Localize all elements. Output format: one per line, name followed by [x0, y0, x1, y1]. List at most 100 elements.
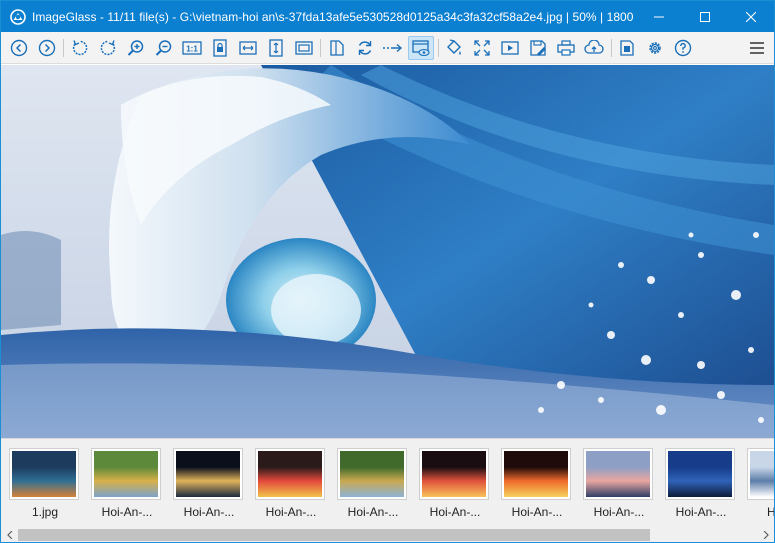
checkerboard-button[interactable] [442, 36, 466, 60]
settings-button[interactable] [643, 36, 667, 60]
actual-size-button[interactable]: 1:1 [180, 36, 204, 60]
lock-zoom-icon [213, 39, 227, 57]
thumbnail-image [258, 451, 322, 497]
lock-zoom-button[interactable] [208, 36, 232, 60]
scale-to-fit-icon [295, 41, 313, 55]
thumbnail-item[interactable] [255, 448, 325, 500]
thumbnail-image [586, 451, 650, 497]
scale-to-height-button[interactable] [264, 36, 288, 60]
slideshow-button[interactable] [498, 36, 522, 60]
actual-size-icon: 1:1 [182, 41, 202, 55]
thumbnail-image [94, 451, 158, 497]
flip-icon [330, 40, 344, 56]
zoom-in-icon [127, 40, 144, 56]
thumbnail-label: Hoi-... [766, 505, 775, 519]
thumbnail-label: Hoi-An-... [675, 505, 727, 519]
scrollbar-thumb[interactable] [18, 529, 650, 541]
scroll-right-button[interactable] [757, 527, 774, 542]
next-image-button[interactable] [35, 36, 59, 60]
set-wallpaper-icon [620, 40, 634, 56]
thumbnail-item[interactable] [501, 448, 571, 500]
refresh-button[interactable] [353, 36, 377, 60]
main-menu-button[interactable] [745, 36, 769, 60]
maximize-button[interactable] [682, 1, 728, 32]
close-icon [746, 11, 756, 22]
print-button[interactable] [554, 36, 578, 60]
set-wallpaper-button[interactable] [615, 36, 639, 60]
scroll-left-arrow-icon [6, 531, 12, 539]
thumbnail-item[interactable] [173, 448, 243, 500]
zoom-in-button[interactable] [124, 36, 148, 60]
thumbnail-image [504, 451, 568, 497]
previous-image-button[interactable] [7, 36, 31, 60]
settings-icon [649, 42, 661, 54]
toolbar-separator [63, 39, 64, 57]
slideshow-icon [501, 41, 519, 55]
thumbnail-label: Hoi-An-... [101, 505, 153, 519]
scale-to-height-icon [269, 39, 283, 57]
close-button[interactable] [728, 1, 774, 32]
thumbnail-item[interactable] [337, 448, 407, 500]
thumbnail-image [750, 451, 774, 497]
scroll-right-arrow-icon [763, 531, 769, 539]
fullscreen-icon [474, 40, 490, 56]
window-fit-icon [412, 40, 430, 57]
rotate-left-icon [72, 40, 88, 56]
scale-to-width-button[interactable] [236, 36, 260, 60]
previous-image-icon [10, 39, 28, 57]
scale-to-width-icon [239, 41, 257, 55]
next-image-icon [38, 39, 56, 57]
toolbar-separator [320, 39, 321, 57]
thumbnail-label: Hoi-An-... [593, 505, 645, 519]
window-title: ImageGlass - 11/11 file(s) - G:\vietnam-… [32, 9, 636, 24]
upload-button[interactable] [582, 36, 606, 60]
thumbnail-label: Hoi-An-... [183, 505, 235, 519]
svg-text:1:1: 1:1 [186, 45, 198, 54]
toolbar-separator [438, 39, 439, 57]
thumbnail-item[interactable] [9, 448, 79, 500]
print-icon [557, 40, 575, 56]
about-button[interactable] [671, 36, 695, 60]
thumbnail-scrollbar[interactable] [1, 527, 774, 542]
checkerboard-icon [447, 39, 461, 55]
go-to-image-icon [383, 43, 403, 53]
title-bar[interactable]: ImageGlass - 11/11 file(s) - G:\vietnam-… [1, 1, 774, 32]
scale-to-fit-button[interactable] [292, 36, 316, 60]
save-as-icon [530, 40, 546, 56]
scroll-left-button[interactable] [1, 527, 18, 542]
menu-icon [750, 42, 764, 54]
thumbnail-label: Hoi-An-... [265, 505, 317, 519]
minimize-icon [654, 16, 664, 17]
image-viewer[interactable] [1, 65, 774, 438]
thumbnail-item[interactable] [419, 448, 489, 500]
rotate-left-button[interactable] [68, 36, 92, 60]
upload-icon [584, 40, 604, 54]
thumbnail-item[interactable] [583, 448, 653, 500]
thumbnail-image [12, 451, 76, 497]
toolbar: 1:1 [1, 32, 774, 64]
thumbnail-image [422, 451, 486, 497]
imageglass-logo-icon [10, 8, 26, 25]
thumbnail-image [176, 451, 240, 497]
rotate-right-button[interactable] [96, 36, 120, 60]
go-to-image-button[interactable] [381, 36, 405, 60]
fullscreen-button[interactable] [470, 36, 494, 60]
thumbnail-label: 1.jpg [31, 505, 59, 519]
save-as-button[interactable] [526, 36, 550, 60]
thumbnail-label: Hoi-An-... [511, 505, 563, 519]
zoom-out-button[interactable] [152, 36, 176, 60]
thumbnail-image [668, 451, 732, 497]
thumbnail-item[interactable] [747, 448, 774, 500]
minimize-button[interactable] [636, 1, 682, 32]
thumbnail-image [340, 451, 404, 497]
thumbnail-item[interactable] [665, 448, 735, 500]
window-fit-button[interactable] [408, 36, 434, 60]
toolbar-separator [611, 39, 612, 57]
thumbnail-bar: 1.jpg Hoi-An-... Hoi-An-... Hoi-An-... Hoi-A… [1, 438, 774, 527]
flip-button[interactable] [325, 36, 349, 60]
zoom-out-icon [155, 40, 172, 56]
about-icon [674, 39, 692, 57]
thumbnail-label: Hoi-An-... [347, 505, 399, 519]
wave-photo [1, 65, 774, 438]
thumbnail-item[interactable] [91, 448, 161, 500]
